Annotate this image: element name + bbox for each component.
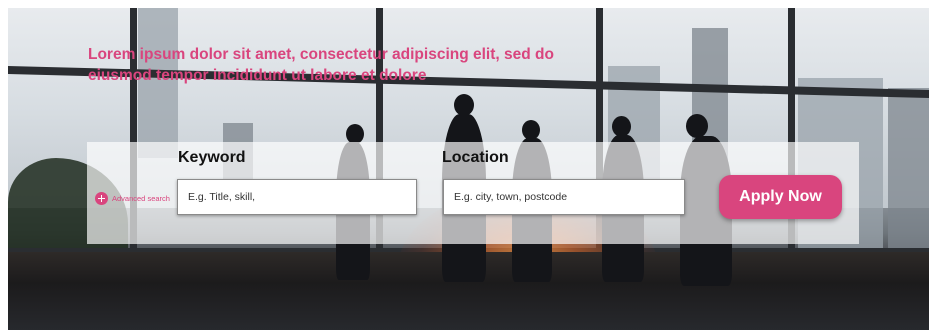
- apply-now-button[interactable]: Apply Now: [719, 175, 842, 219]
- advanced-search-label: Advanced search: [112, 194, 170, 203]
- person-silhouette-head: [612, 116, 631, 137]
- hero-headline: Lorem ipsum dolor sit amet, consectetur …: [88, 46, 554, 84]
- person-silhouette-head: [686, 114, 708, 138]
- keyword-input[interactable]: [177, 179, 417, 215]
- skyline-tower: [888, 88, 929, 268]
- person-silhouette-head: [454, 94, 474, 116]
- location-input[interactable]: [443, 179, 685, 215]
- advanced-search-link[interactable]: Advanced search: [95, 192, 170, 205]
- person-silhouette-head: [346, 124, 364, 144]
- hero-banner: Lorem ipsum dolor sit amet, consectetur …: [8, 8, 929, 330]
- person-silhouette-head: [522, 120, 540, 140]
- location-label: Location: [442, 149, 509, 166]
- keyword-label: Keyword: [178, 149, 246, 166]
- plus-circle-icon: [95, 192, 108, 205]
- job-search-panel: Advanced search Keyword Location Apply N…: [87, 142, 859, 244]
